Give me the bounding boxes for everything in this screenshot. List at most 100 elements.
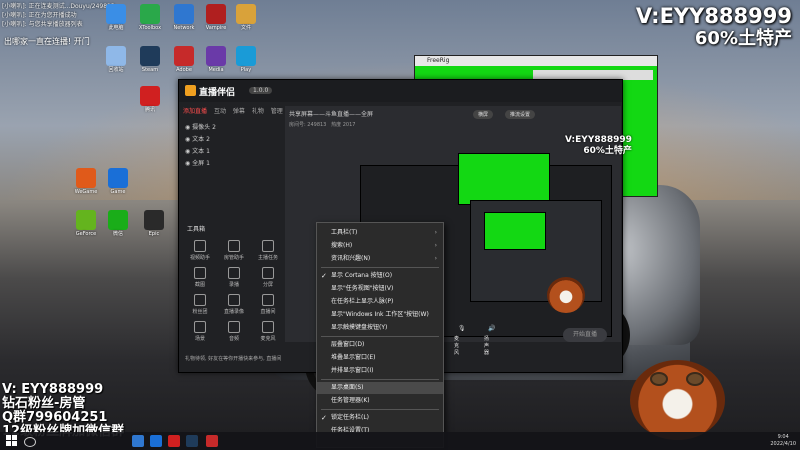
context-menu-item[interactable]: ✓ 锁定任务栏(L)	[317, 412, 443, 424]
scene-item[interactable]: ◉ 摄像头 2	[185, 122, 216, 131]
tab-interact[interactable]: 互动	[214, 108, 226, 115]
scene-item[interactable]: ◉ 文本 1	[185, 146, 210, 155]
toolbox-title: 工具箱	[187, 226, 206, 233]
tool-button[interactable]: 截图	[183, 267, 217, 288]
tool-label: 视频助手	[189, 255, 210, 261]
tool-button[interactable]: 直播录像	[217, 294, 251, 315]
start-stream-button[interactable]: 开始直播	[563, 328, 607, 342]
streaming-app-taskbar-icon[interactable]	[206, 435, 218, 447]
desktop-icon-label: 腾讯	[144, 107, 155, 113]
tool-button[interactable]: 视频助手	[183, 240, 217, 261]
windows-start-icon[interactable]	[6, 435, 18, 447]
scene-label: 摄像头 2	[192, 124, 216, 131]
douyu-app-icon[interactable]	[168, 435, 180, 447]
tab-add-stream[interactable]: 添加直播	[183, 108, 207, 115]
context-menu-item[interactable]: 在任务栏上显示人脉(P)	[317, 296, 443, 308]
tool-button[interactable]: 直播间	[251, 294, 285, 315]
nested-green-window	[458, 153, 550, 205]
menu-item-label: 搜索(H)	[331, 242, 353, 249]
tool-button[interactable]: 主播任务	[251, 240, 285, 261]
app-icon	[236, 46, 256, 66]
push-settings-button[interactable]: 推流设置	[505, 110, 536, 119]
watermark-wechat: V:EYY888999	[635, 4, 792, 28]
tool-button[interactable]: 房管助手	[217, 240, 251, 261]
context-menu-item[interactable]: 显示"Windows Ink 工作区"按钮(W)	[317, 309, 443, 321]
marquee-text: 出哪家一直在连播! 开门	[4, 37, 90, 46]
context-menu-item[interactable]: 资讯和兴趣(N) ›	[317, 253, 443, 265]
taskbar[interactable]: 9:04 2022/4/10	[0, 432, 800, 450]
tool-label: 分屏	[262, 282, 273, 288]
desktop-icon[interactable]: 文件	[226, 4, 266, 31]
menu-item-label: 显示"任务视图"按钮(V)	[331, 285, 394, 292]
app-icon	[174, 4, 194, 24]
mic-label: 麦克风	[454, 336, 460, 356]
tool-button[interactable]: 场景	[183, 321, 217, 342]
context-menu-item[interactable]: 并排显示窗口(I)	[317, 365, 443, 377]
context-menu-item[interactable]: 显示桌面(S)	[317, 382, 443, 394]
menu-item-label: 堆叠显示窗口(E)	[331, 354, 376, 361]
scene-label: 文本 2	[192, 136, 210, 143]
speaker-label: 扬声器	[484, 336, 490, 356]
tab-gifts[interactable]: 礼物	[252, 108, 264, 115]
menu-item-label: 显示触摸键盘按钮(Y)	[331, 324, 388, 331]
context-menu-item[interactable]: 显示"任务视图"按钮(V)	[317, 283, 443, 295]
preview-title: 共享屏幕——斗鱼直播——全屏	[289, 111, 374, 118]
menu-item-label: 显示"Windows Ink 工作区"按钮(W)	[331, 311, 429, 318]
context-menu-item[interactable]: ✓ 显示 Cortana 按钮(O)	[317, 270, 443, 282]
tab-danmaku[interactable]: 弹幕	[233, 108, 245, 115]
tool-label: 直播录像	[223, 309, 244, 315]
context-menu-item[interactable]: 层叠窗口(D)	[317, 339, 443, 351]
app-icon	[76, 210, 96, 230]
scene-item[interactable]: ◉ 文本 2	[185, 134, 210, 143]
app-icon	[140, 46, 160, 66]
context-menu-item[interactable]: 工具栏(T) ›	[317, 227, 443, 239]
edge-browser-icon[interactable]	[150, 435, 162, 447]
context-menu-item[interactable]: 显示触摸键盘按钮(Y)	[317, 322, 443, 334]
tool-button[interactable]: 录播	[217, 267, 251, 288]
desktop-icon-label: 文件	[240, 25, 251, 31]
file-explorer-icon[interactable]	[132, 435, 144, 447]
desktop-icon[interactable]: Epic	[134, 210, 174, 237]
nested-green-inner	[484, 212, 546, 250]
contact-watermark-bottom: V: EYY888999 钻石粉丝-房管 Q群799604251 12级粉丝牌加…	[2, 383, 124, 439]
tool-button[interactable]: 粉丝团	[183, 294, 217, 315]
menu-item-label: 显示 Cortana 按钮(O)	[331, 272, 393, 279]
app-icon	[140, 4, 160, 24]
tool-button[interactable]: 音频	[217, 321, 251, 342]
orientation-button[interactable]: 横屏	[473, 110, 494, 119]
scene-label: 全屏 1	[192, 160, 210, 167]
app-icon	[236, 4, 256, 24]
context-menu-item[interactable]: 堆叠显示窗口(E)	[317, 352, 443, 364]
menu-item-label: 任务管理器(K)	[331, 397, 370, 404]
app-icon	[140, 86, 160, 106]
tool-icon	[194, 294, 206, 306]
menu-item-label: 显示桌面(S)	[331, 384, 364, 391]
nested-watermark-line: 60%土特产	[583, 146, 632, 156]
tab-manage[interactable]: 管理	[271, 108, 283, 115]
desktop-icon[interactable]: Play	[226, 46, 266, 73]
desktop-icon[interactable]: 微信	[98, 210, 138, 237]
speaker-icon[interactable]: 🔊	[488, 325, 495, 332]
context-menu-item[interactable]: 任务管理器(K)	[317, 395, 443, 407]
red-panda-avatar-small	[547, 277, 585, 313]
tool-button[interactable]: 麦克风	[251, 321, 285, 342]
scene-item[interactable]: ◉ 全屏 1	[185, 158, 210, 167]
checkmark-icon: ✓	[321, 272, 327, 280]
contact-watermark: V:EYY888999 60%土特产	[636, 4, 792, 50]
system-tray-clock[interactable]: 9:04 2022/4/10	[770, 434, 796, 448]
search-icon[interactable]	[24, 437, 36, 447]
checkmark-icon: ✓	[321, 414, 327, 422]
tool-label: 主播任务	[257, 255, 278, 261]
app-icon	[108, 168, 128, 188]
menu-item-label: 在任务栏上显示人脉(P)	[331, 298, 394, 305]
tool-label: 麦克风	[260, 336, 276, 342]
context-menu-item[interactable]: 搜索(H) ›	[317, 240, 443, 252]
window-titlebar[interactable]: FreeRig	[415, 56, 657, 66]
menu-item-label: 锁定任务栏(L)	[331, 414, 370, 421]
steam-app-icon[interactable]	[186, 435, 198, 447]
tool-button[interactable]: 分屏	[251, 267, 285, 288]
app-icon	[106, 46, 126, 66]
desktop-icon[interactable]: Game	[98, 168, 138, 195]
mic-icon[interactable]: 🎙	[458, 325, 466, 332]
desktop-icon[interactable]: 腾讯	[130, 86, 170, 113]
